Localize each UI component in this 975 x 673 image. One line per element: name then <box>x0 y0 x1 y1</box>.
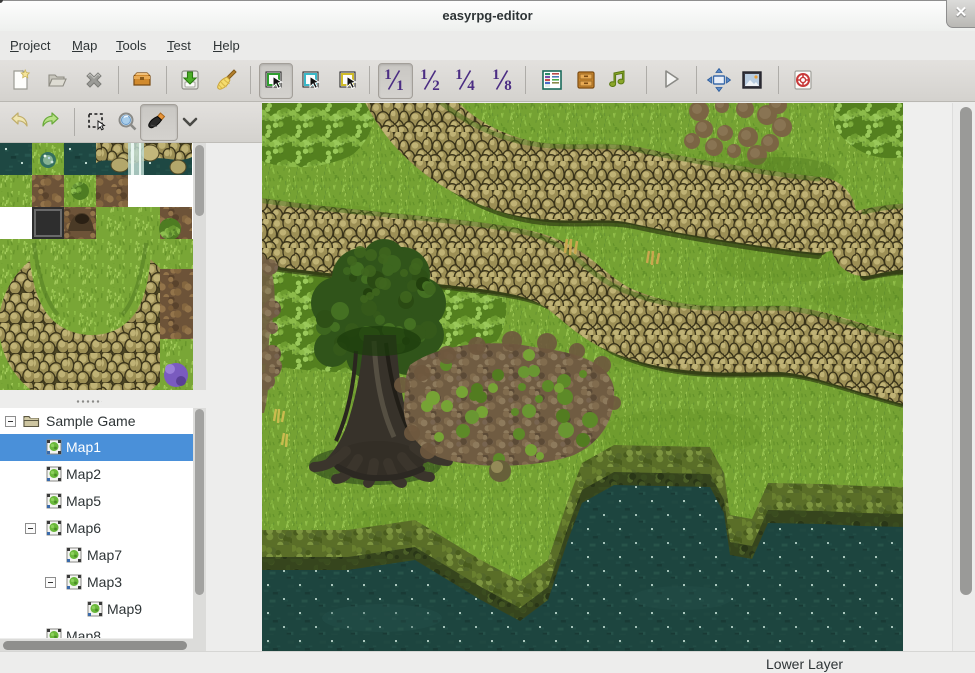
svg-text:8: 8 <box>504 78 512 93</box>
svg-text:1: 1 <box>492 67 500 83</box>
svg-text:1: 1 <box>420 67 428 83</box>
svg-text:1: 1 <box>396 78 404 93</box>
svg-text:4: 4 <box>467 78 475 93</box>
svg-text:1: 1 <box>384 67 392 83</box>
svg-text:2: 2 <box>432 78 440 93</box>
svg-text:1: 1 <box>455 67 463 83</box>
